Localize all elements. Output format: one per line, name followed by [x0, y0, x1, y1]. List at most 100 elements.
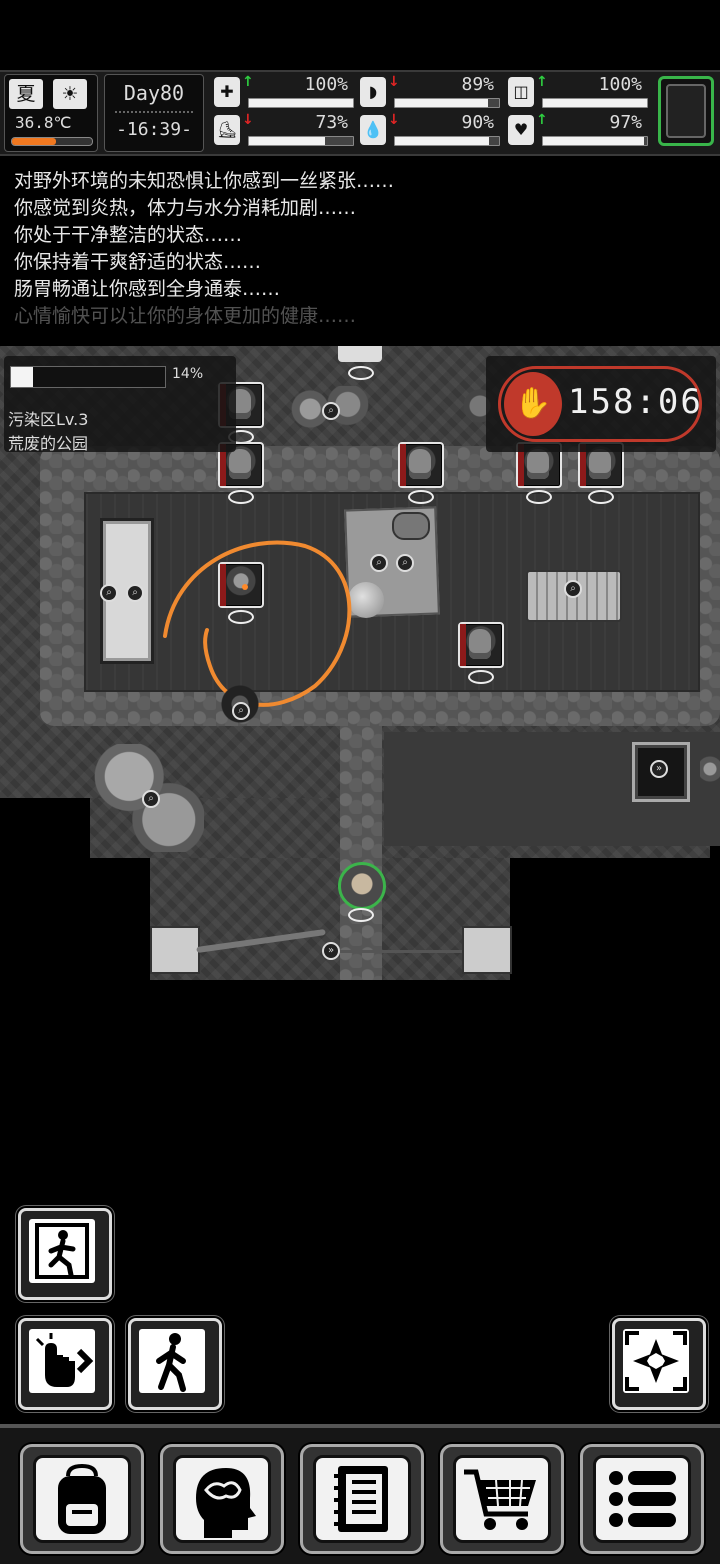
trend-up-icon: ↑	[536, 112, 548, 128]
trend-down-icon: ↓	[388, 112, 400, 128]
stat-bar	[248, 136, 354, 146]
fallen-branch	[330, 950, 462, 953]
zombie-token[interactable]	[458, 622, 504, 668]
journal-button[interactable]	[300, 1444, 424, 1554]
stat-value: 73%	[315, 112, 348, 133]
center-map-icon	[625, 1331, 687, 1391]
bag-item	[392, 512, 430, 540]
countdown-panel: ✋ 158:06	[486, 356, 716, 452]
exit-button[interactable]	[18, 1208, 112, 1300]
bottom-menu-bar	[0, 1424, 720, 1564]
shop-button[interactable]	[440, 1444, 564, 1554]
explore-bar	[10, 366, 166, 388]
backpack-button[interactable]	[20, 1444, 144, 1554]
stats-mid: ◗ ↓ 89% 💧 ↓ 90%	[358, 74, 504, 152]
stat-bar	[248, 98, 354, 108]
medkit-icon: ✚	[214, 77, 240, 107]
search-icon[interactable]: ⌕	[396, 554, 414, 572]
cart-icon	[464, 1469, 536, 1530]
temperature-bar	[11, 137, 93, 146]
enemy-token-partial[interactable]	[338, 346, 382, 362]
search-icon[interactable]: ⌕	[100, 584, 118, 602]
notebook-icon	[334, 1466, 388, 1532]
water-drop-icon: 💧	[360, 115, 386, 145]
trend-down-icon: ↓	[242, 112, 254, 128]
main-menu-button[interactable]	[580, 1444, 704, 1554]
stat-mood: ♥ ↑ 97%	[506, 112, 652, 148]
log-line: 你保持着干爽舒适的状态……	[14, 251, 262, 273]
exit-door-icon	[35, 1223, 89, 1279]
trend-up-icon: ↑	[536, 74, 548, 90]
boot-icon: ⛸	[214, 115, 240, 145]
token-marker	[526, 490, 552, 504]
sun-icon: ☀	[53, 79, 87, 109]
stats-left: ✚ ↑ 100% ⛸ ↓ 73%	[212, 74, 358, 152]
stat-thirst: 💧 ↓ 90%	[358, 112, 504, 148]
day-label: Day80	[123, 81, 185, 105]
log-line: 对野外环境的未知恐惧让你感到一丝紧张……	[14, 170, 395, 192]
heart-icon: ♥	[508, 115, 534, 145]
zombie-token[interactable]	[398, 442, 444, 488]
status-hud: 夏 ☀ 36.8℃ Day80 -16:39- ✚ ↑ 100% ⛸ ↓ 73% ◗ ↓ 89…	[0, 70, 720, 156]
walk-icon	[156, 1333, 186, 1392]
stat-value: 89%	[461, 74, 494, 95]
stat-bar	[394, 136, 500, 146]
log-line: 你感觉到炎热，体力与水分消耗加剧……	[14, 197, 357, 219]
rock-block	[150, 926, 200, 974]
location-name: 荒废的公园	[8, 434, 89, 453]
countdown-time: 158:06	[568, 382, 703, 422]
object-partial	[700, 754, 720, 784]
stat-value: 90%	[461, 112, 494, 133]
pill-icon: ◫	[508, 77, 534, 107]
time-label: -16:39-	[116, 119, 192, 140]
enter-icon[interactable]: »	[322, 942, 340, 960]
stat-bar	[542, 136, 648, 146]
day-time-panel: Day80 -16:39-	[104, 74, 204, 152]
game-map[interactable]: ⌕ ⌕ ⌕ ⌕ ⌕ ⌕ ⌕ ⌕ » » 14% 污染区Lv.3 荒废的公园 ✋ …	[0, 346, 720, 980]
stat-stamina: ⛸ ↓ 73%	[212, 112, 358, 148]
stat-bar	[542, 98, 648, 108]
token-marker	[228, 490, 254, 504]
stat-value: 100%	[598, 74, 642, 95]
trend-up-icon: ↑	[242, 74, 254, 90]
stat-hunger: ◗ ↓ 89%	[358, 74, 504, 110]
search-icon[interactable]: ⌕	[370, 554, 388, 572]
search-icon[interactable]: ⌕	[322, 402, 340, 420]
enter-icon[interactable]: »	[650, 760, 668, 778]
stats-right: ◫ ↑ 100% ♥ ↑ 97%	[506, 74, 652, 152]
menu-list-icon	[609, 1471, 676, 1527]
token-marker	[348, 366, 374, 380]
season-badge: 夏	[9, 79, 43, 109]
trend-down-icon: ↓	[388, 74, 400, 90]
cobble-path	[340, 726, 382, 980]
search-icon[interactable]: ⌕	[232, 702, 250, 720]
log-line: 心情愉快可以让你的身体更加的健康……	[14, 305, 357, 327]
search-icon[interactable]: ⌕	[142, 790, 160, 808]
player-marker	[348, 908, 374, 922]
player-avatar[interactable]	[338, 862, 386, 910]
log-line: 你处于干净整洁的状态……	[14, 224, 243, 246]
token-marker	[408, 490, 434, 504]
climate-panel: 夏 ☀ 36.8℃	[4, 74, 98, 152]
search-icon[interactable]: ⌕	[126, 584, 144, 602]
walk-button[interactable]	[128, 1318, 222, 1410]
zone-info-panel: 14% 污染区Lv.3 荒废的公园	[4, 356, 236, 453]
stomach-icon: ◗	[360, 77, 386, 107]
center-map-button[interactable]	[612, 1318, 706, 1410]
annotation-circle	[163, 540, 352, 707]
skills-button[interactable]	[160, 1444, 284, 1554]
brain-head-icon	[196, 1468, 256, 1538]
backpack-icon	[58, 1463, 106, 1534]
search-icon[interactable]: ⌕	[564, 580, 582, 598]
tap-hand-icon	[35, 1333, 94, 1387]
token-marker	[468, 670, 494, 684]
rock-block	[462, 926, 512, 974]
token-marker	[588, 490, 614, 504]
temperature-value: 36.8℃	[15, 113, 72, 132]
map-ground	[150, 858, 510, 980]
interact-button[interactable]	[18, 1318, 112, 1410]
zone-level: 污染区Lv.3	[8, 410, 89, 429]
status-effect-slot[interactable]	[658, 76, 714, 146]
zombie-hand-icon: ✋	[504, 372, 562, 436]
explore-percent: 14%	[172, 366, 204, 382]
